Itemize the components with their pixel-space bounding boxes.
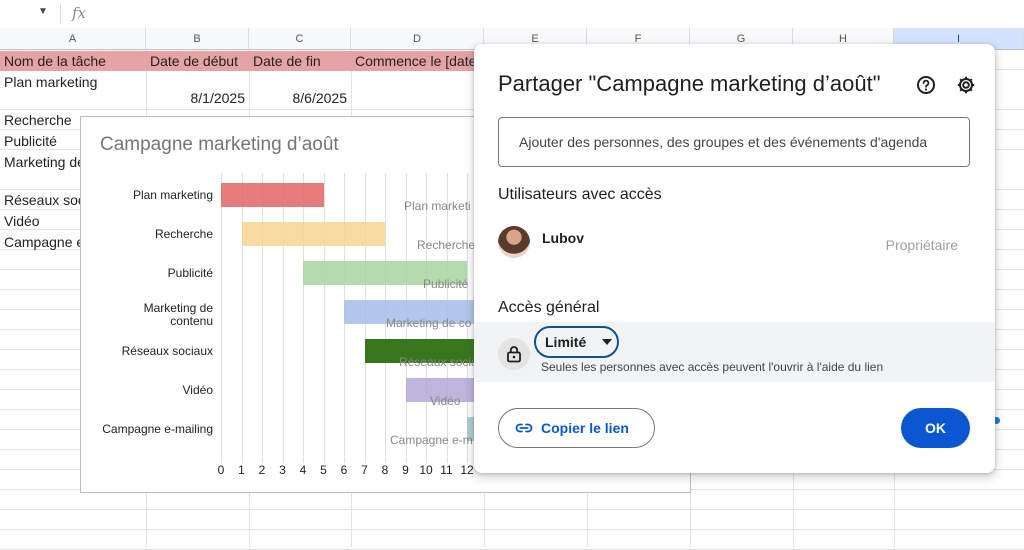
chart-gridline (323, 173, 325, 463)
dialog-title: Partager "Campagne marketing d’août" (498, 71, 881, 96)
formula-bar: ▼ fx (0, 0, 1024, 29)
access-level-value: Limité (545, 334, 587, 350)
x-tick-label: 9 (402, 463, 409, 477)
link-icon (515, 423, 533, 433)
header-cell-start[interactable]: Date de début (146, 51, 249, 71)
task-cell[interactable]: Plan marketing (0, 72, 146, 92)
bar-data-label: Marketing de co (386, 316, 472, 330)
column-header-b[interactable]: B (146, 28, 249, 50)
category-label: Recherche (154, 227, 213, 241)
formula-divider (60, 4, 61, 24)
name-box-caret-icon[interactable]: ▼ (38, 6, 48, 17)
category-label: Plan marketing (132, 188, 213, 202)
x-tick-label: 0 (217, 463, 225, 477)
x-tick-label: 8 (381, 463, 389, 477)
task-cell[interactable]: Publicité (0, 131, 80, 151)
column-header-d[interactable]: D (351, 28, 484, 50)
x-tick-label: 2 (258, 463, 266, 477)
column-header-c[interactable]: C (249, 28, 351, 50)
category-label: Publicité (167, 266, 213, 280)
task-cell[interactable]: Vidéo (0, 211, 80, 231)
end-date-cell[interactable]: 8/6/2025 (249, 88, 351, 108)
fx-icon: fx (72, 4, 87, 22)
chart-gridline (221, 173, 222, 463)
x-tick-label: 11 (440, 463, 453, 477)
access-level-dropdown[interactable]: Limité (534, 326, 619, 358)
x-tick-label: 3 (279, 463, 286, 477)
general-access-heading: Accès général (498, 299, 600, 316)
x-tick-label: 4 (299, 463, 307, 477)
chart-gridline (241, 173, 243, 463)
bar-data-label: Réseaux socia (399, 355, 478, 369)
header-cell-starts-on[interactable]: Commence le [date (351, 51, 484, 71)
share-dialog: Partager "Campagne marketing d’août" Uti… (474, 44, 995, 473)
x-tick-label: 1 (238, 463, 245, 477)
task-cell[interactable]: Recherche (0, 110, 80, 130)
bar-data-label: Campagne e-m (390, 433, 473, 447)
lock-icon (498, 338, 530, 370)
bar-data-label: Publicité (423, 277, 469, 291)
avatar (498, 226, 530, 258)
start-date-cell[interactable]: 8/1/2025 (146, 88, 249, 108)
copy-link-button[interactable]: Copier le lien (498, 408, 655, 448)
gear-icon[interactable] (954, 73, 978, 97)
category-label: Campagne e-mailing (102, 422, 213, 436)
x-tick-label: 6 (340, 463, 348, 477)
chart-gridline (303, 173, 304, 463)
chart-gridline (262, 173, 263, 463)
x-tick-label: 7 (361, 463, 368, 477)
help-icon[interactable] (914, 73, 938, 97)
copy-link-label: Copier le lien (541, 420, 629, 436)
bar-data-label: Plan marketi (404, 199, 471, 213)
bar-data-label: Recherche (417, 238, 476, 252)
ok-button[interactable]: OK (901, 408, 970, 448)
header-cell-end[interactable]: Date de fin (249, 51, 351, 71)
user-name: Lubov (542, 230, 584, 246)
task-cell[interactable]: Campagne e (0, 232, 80, 252)
column-header-a[interactable]: A (0, 28, 146, 50)
category-label: Marketing de contenu (143, 301, 213, 328)
caret-down-icon (602, 339, 613, 345)
header-cell-task[interactable]: Nom de la tâche (0, 51, 146, 71)
user-role: Propriétaire (885, 237, 958, 253)
users-with-access-heading: Utilisateurs avec accès (498, 186, 662, 203)
chart-gridline (282, 173, 284, 463)
gantt-bar[interactable] (221, 183, 324, 207)
task-cell[interactable]: Réseaux soc (0, 190, 80, 210)
x-tick-label: 5 (320, 463, 327, 477)
task-cell[interactable]: Marketing de (0, 152, 80, 172)
category-label: Réseaux sociaux (121, 344, 213, 358)
add-people-input[interactable] (498, 117, 970, 167)
category-label: Vidéo (182, 383, 213, 397)
chart-title: Campagne marketing d’août (100, 134, 339, 155)
x-tick-label: 10 (419, 463, 433, 477)
access-description: Seules les personnes avec accès peuvent … (541, 360, 884, 374)
gantt-bar[interactable] (241, 222, 385, 246)
bar-data-label: Vidéo (430, 394, 461, 408)
